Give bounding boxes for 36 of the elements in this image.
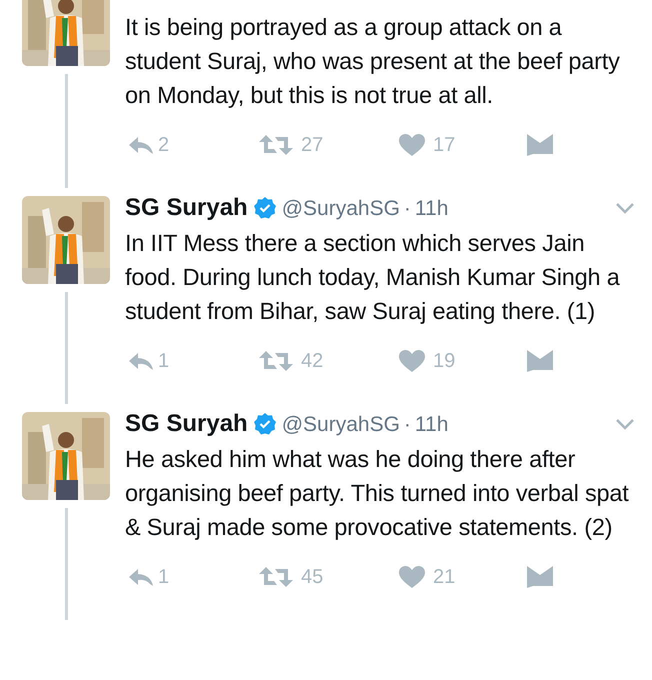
envelope-icon[interactable] (527, 566, 553, 588)
heart-icon[interactable] (399, 566, 425, 588)
reply-count: 1 (158, 565, 170, 590)
like-count: 19 (433, 349, 456, 374)
verified-badge-icon (254, 197, 276, 219)
tweet-time[interactable]: 11h (414, 198, 448, 218)
chevron-down-icon[interactable] (615, 418, 635, 430)
author-handle[interactable]: @SuryahSG (282, 414, 400, 434)
like-count: 21 (433, 565, 456, 590)
retweet-count: 45 (301, 565, 324, 590)
like-count: 17 (433, 133, 456, 158)
separator-dot: · (404, 198, 411, 218)
heart-icon[interactable] (399, 350, 425, 372)
tweet-text: He asked him what was he doing there after organising beef party. This turned into verbal spat & Suraj made some provocative statements. (2) (125, 445, 630, 542)
tweet-text: It is being portrayed as a group attack on a student Suraj, who was present at the beef party on Monday, but this is not true at all. (125, 13, 621, 110)
tweet-text: In IIT Mess there a section which serves Jain food. During lunch today, Manish Kumar Singh a student from Bihar, saw Suraj eating there. (1) (125, 229, 621, 326)
envelope-icon[interactable] (527, 350, 553, 372)
reply-icon[interactable] (128, 135, 154, 155)
reply-icon[interactable] (128, 351, 154, 371)
retweet-count: 27 (301, 133, 324, 158)
separator-dot: · (404, 414, 411, 434)
retweet-icon[interactable] (259, 566, 293, 588)
retweet-icon[interactable] (259, 350, 293, 372)
heart-icon[interactable] (399, 134, 425, 156)
reply-count: 1 (158, 349, 170, 374)
envelope-icon[interactable] (527, 134, 553, 156)
retweet-count: 42 (301, 349, 324, 374)
reply-count: 2 (158, 133, 170, 158)
chevron-down-icon[interactable] (615, 202, 635, 214)
reply-icon[interactable] (128, 567, 154, 587)
verified-badge-icon (254, 413, 276, 435)
tweet-time[interactable]: 11h (414, 414, 448, 434)
retweet-icon[interactable] (259, 134, 293, 156)
author-name[interactable]: SG Suryah (125, 412, 248, 436)
author-name[interactable]: SG Suryah (125, 196, 248, 220)
author-handle[interactable]: @SuryahSG (282, 198, 400, 218)
